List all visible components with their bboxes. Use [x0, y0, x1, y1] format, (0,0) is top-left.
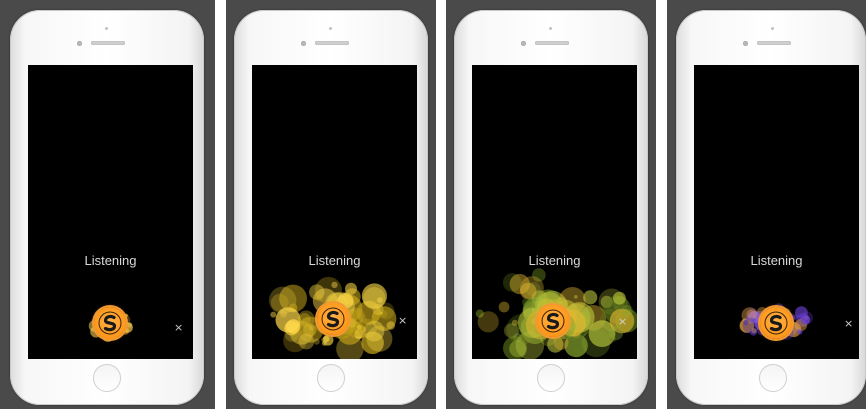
bokeh-dot — [522, 297, 533, 308]
bokeh-dot — [298, 313, 311, 326]
close-icon[interactable]: × — [844, 318, 853, 329]
listening-status-text: Listening — [308, 253, 361, 268]
phone-frame: Listening × — [454, 10, 648, 405]
phone-frame: Listening × — [676, 10, 866, 405]
front-camera — [521, 41, 526, 46]
listening-status-text: Listening — [750, 253, 803, 268]
earpiece-speaker — [315, 41, 349, 45]
bokeh-dot — [613, 291, 626, 305]
screen: Listening × — [252, 65, 417, 359]
earpiece-speaker — [91, 41, 125, 45]
phone-frame: Listening × — [10, 10, 204, 405]
front-sensor — [105, 27, 108, 30]
phone-panel-3: Listening × — [446, 0, 656, 409]
bokeh-dot — [504, 323, 519, 338]
bokeh-dot — [298, 333, 315, 350]
phone-panel-2: Listening × — [226, 0, 436, 409]
front-sensor — [329, 27, 332, 30]
earpiece-speaker — [535, 41, 569, 45]
bokeh-dot — [361, 283, 387, 309]
bokeh-dot — [270, 311, 277, 318]
bokeh-dot — [751, 328, 757, 334]
soundhound-logo-icon — [764, 311, 788, 335]
home-button-icon[interactable] — [317, 364, 345, 392]
soundhound-logo-button[interactable] — [760, 307, 792, 339]
bokeh-dot — [572, 347, 583, 358]
bokeh-dot — [286, 319, 301, 334]
bokeh-dot — [377, 297, 383, 303]
front-sensor — [549, 27, 552, 30]
front-camera — [743, 41, 748, 46]
front-sensor — [771, 27, 774, 30]
soundhound-logo-icon — [98, 311, 122, 335]
listening-status-text: Listening — [528, 253, 581, 268]
close-icon[interactable]: × — [618, 316, 627, 327]
home-button-icon[interactable] — [93, 364, 121, 392]
bokeh-dot — [313, 338, 320, 345]
bokeh-dot — [498, 301, 510, 313]
bokeh-dot — [320, 337, 325, 342]
phone-frame: Listening × — [234, 10, 428, 405]
close-icon[interactable]: × — [174, 322, 183, 333]
bokeh-dot — [581, 328, 611, 358]
soundhound-logo-icon — [541, 309, 565, 333]
earpiece-speaker — [757, 41, 791, 45]
bokeh-dot — [477, 311, 499, 333]
front-camera — [77, 41, 82, 46]
front-camera — [301, 41, 306, 46]
screen: Listening × — [28, 65, 193, 359]
bokeh-dot — [800, 311, 814, 325]
bokeh-dot — [509, 273, 530, 295]
soundhound-logo-button[interactable] — [317, 303, 349, 335]
soundhound-logo-button[interactable] — [94, 307, 126, 339]
listening-status-text: Listening — [84, 253, 137, 268]
screen: Listening × — [694, 65, 859, 359]
bokeh-dot — [315, 294, 323, 302]
bokeh-dot — [797, 329, 803, 335]
close-icon[interactable]: × — [398, 315, 407, 326]
phone-panel-4: Listening × — [667, 0, 866, 409]
home-button-icon[interactable] — [759, 364, 787, 392]
phone-panel-1: Listening × — [0, 0, 215, 409]
home-button-icon[interactable] — [537, 364, 565, 392]
soundhound-logo-button[interactable] — [537, 305, 569, 337]
bokeh-dot — [331, 281, 338, 289]
screen: Listening × — [472, 65, 637, 359]
bokeh-dot — [386, 321, 396, 330]
soundhound-logo-icon — [321, 307, 345, 331]
